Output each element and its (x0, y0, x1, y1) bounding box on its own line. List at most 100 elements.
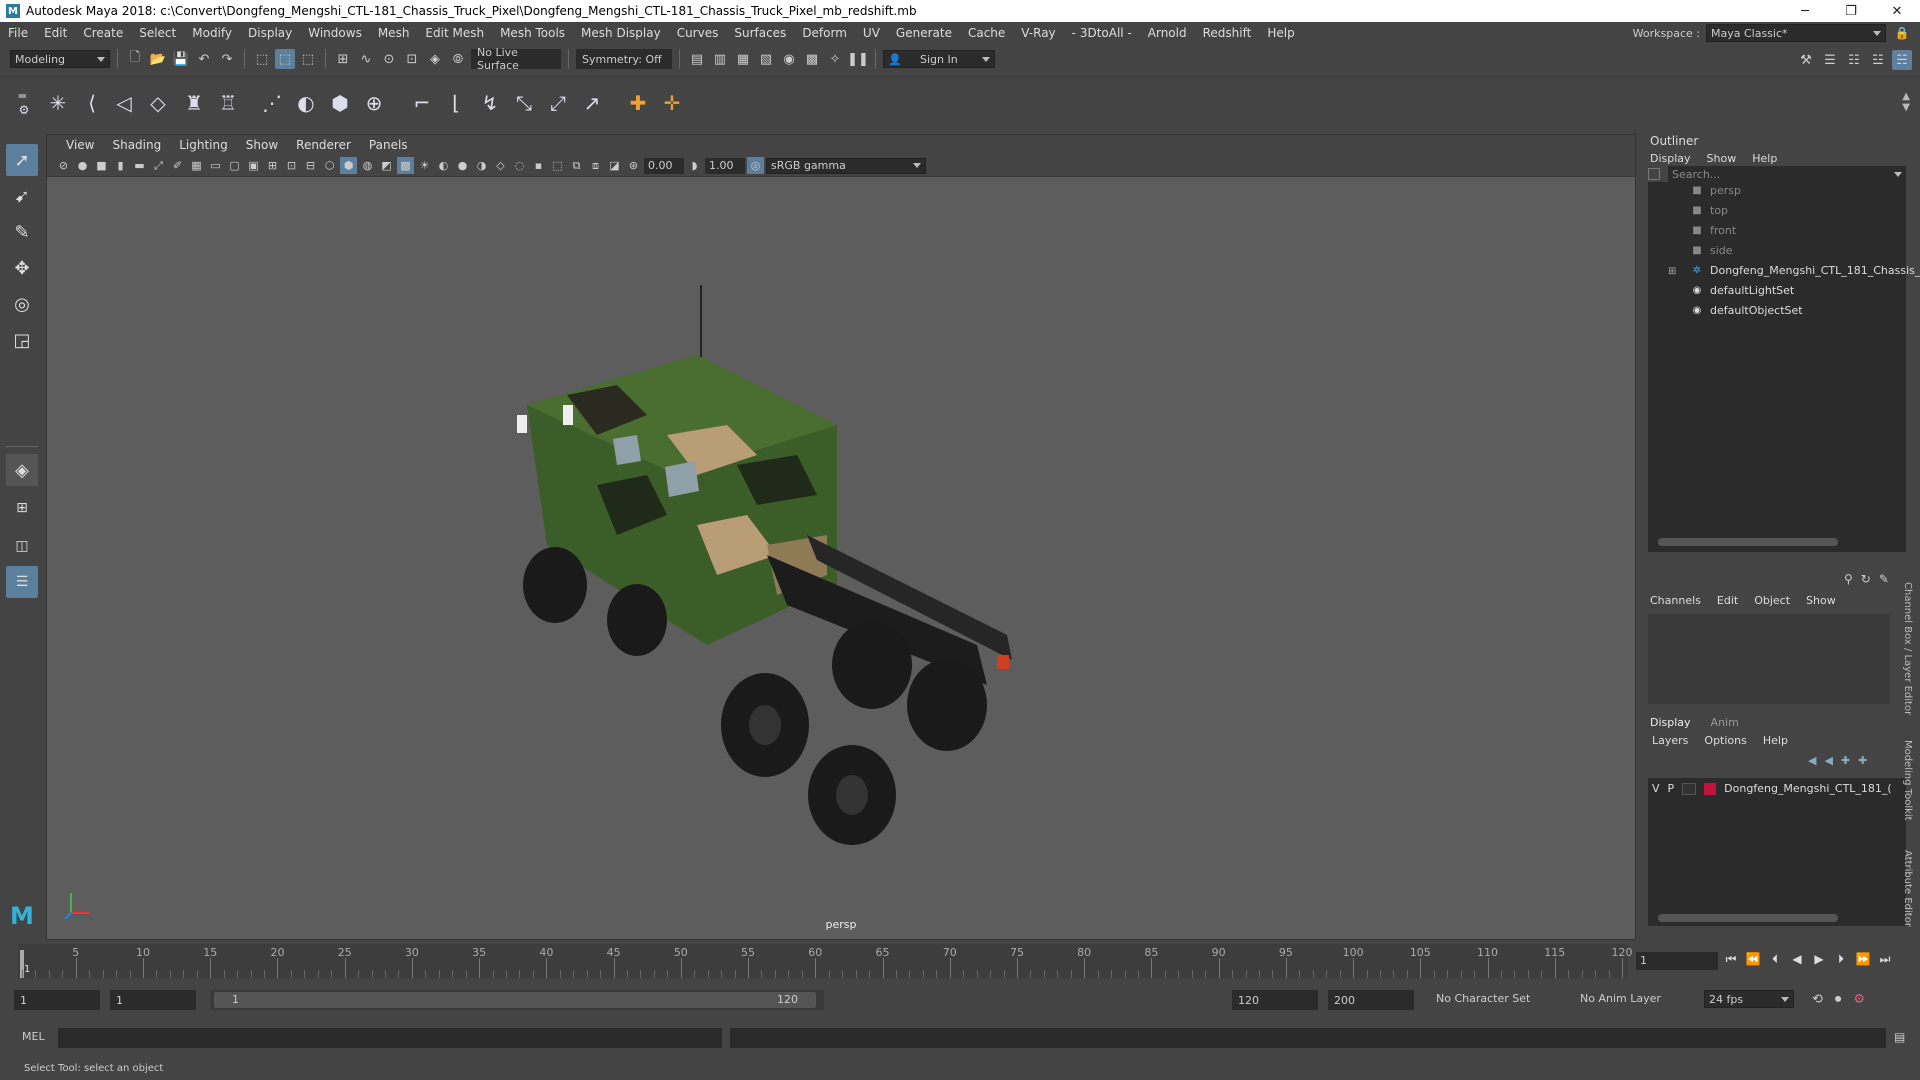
outliner-toggle-icon[interactable]: ☵ (1892, 50, 1912, 70)
humanik-icon[interactable]: ♜ (180, 89, 208, 117)
outliner-search-input[interactable]: Search... (1672, 168, 1720, 181)
constraint-point-icon[interactable]: ⌐ (408, 89, 436, 117)
layer-menu-help[interactable]: Help (1763, 734, 1788, 747)
select-tool-icon[interactable]: ➚ (6, 144, 38, 176)
save-scene-icon[interactable]: 💾 (171, 49, 191, 69)
outliner-item-truck-group[interactable]: ✲ Dongfeng_Mengshi_CTL_181_Chassis_Tr (1690, 264, 1920, 277)
two-d-pan-icon[interactable]: ⤢ (150, 157, 167, 174)
resolution-gate-icon[interactable]: ▢ (226, 157, 243, 174)
layer-color-swatch[interactable] (1704, 782, 1717, 795)
viewport-panel[interactable]: View Shading Lighting Show Renderer Pane… (46, 134, 1636, 940)
workspace-dropdown[interactable]: Maya Classic* (1706, 24, 1886, 42)
menu-file[interactable]: File (0, 26, 36, 40)
open-scene-icon[interactable]: 📂 (148, 49, 168, 69)
textured-icon[interactable]: ◩ (378, 157, 395, 174)
step-forward-key-icon[interactable]: ⏩ (1854, 950, 1872, 968)
channel-box-area[interactable] (1648, 614, 1890, 704)
step-forward-frame-icon[interactable]: ⏵ (1832, 950, 1850, 968)
play-backwards-icon[interactable]: ◀ (1788, 950, 1806, 968)
wireframe-on-shaded-icon[interactable]: ◍ (359, 157, 376, 174)
snap-grid-icon[interactable]: ⊞ (333, 49, 353, 69)
bind-skin-icon[interactable]: ◇ (144, 89, 172, 117)
gate-mask-icon[interactable]: ▣ (245, 157, 262, 174)
menu-deform[interactable]: Deform (794, 26, 855, 40)
locator-icon[interactable]: ✚ (624, 89, 652, 117)
layer-row[interactable]: V P Dongfeng_Mengshi_CTL_181_( (1652, 782, 1892, 795)
anim-layer-field[interactable]: No Anim Layer (1580, 992, 1661, 1005)
constraint-orient-icon[interactable]: ⌊ (442, 89, 470, 117)
paint-select-icon[interactable]: ✎ (6, 216, 38, 248)
two-view-layout-icon[interactable]: ◫ (6, 530, 38, 562)
layer-menu-options[interactable]: Options (1704, 734, 1746, 747)
field-chart-icon[interactable]: ⊞ (264, 157, 281, 174)
tab-modeling-toolkit[interactable]: Modeling Toolkit (1902, 740, 1913, 821)
command-language-label[interactable]: MEL (22, 1030, 45, 1043)
menu-display[interactable]: Display (240, 26, 300, 40)
menu-generate[interactable]: Generate (888, 26, 960, 40)
channel-box-toggle-icon[interactable]: ☳ (1868, 50, 1888, 70)
sign-in-dropdown[interactable]: 👤 Sign In (883, 50, 995, 68)
menu-windows[interactable]: Windows (300, 26, 370, 40)
command-input[interactable] (58, 1028, 722, 1048)
move-layer-up-icon[interactable]: ◀ (1808, 754, 1816, 767)
constraint-pole-icon[interactable]: ↗ (578, 89, 606, 117)
select-component-icon[interactable]: ⬚ (298, 49, 318, 69)
menu-mesh-display[interactable]: Mesh Display (573, 26, 669, 40)
wireframe-icon[interactable]: ⬡ (321, 157, 338, 174)
viewport-menu-view[interactable]: View (57, 138, 103, 152)
viewport-menu-shading[interactable]: Shading (103, 138, 170, 152)
new-layer-icon[interactable]: ✚ (1858, 754, 1867, 767)
exposure-field[interactable]: 0.00 (644, 157, 684, 174)
outliner-filter-icon[interactable] (1648, 168, 1660, 180)
wrap-icon[interactable]: ⬢ (326, 89, 354, 117)
menu-uv[interactable]: UV (855, 26, 888, 40)
tab-attribute-editor[interactable]: Attribute Editor (1902, 850, 1913, 927)
menu-create[interactable]: Create (75, 26, 131, 40)
minimize-button[interactable]: ─ (1782, 0, 1828, 22)
xray-icon[interactable]: ⬚ (549, 157, 566, 174)
tab-display[interactable]: Display (1650, 716, 1691, 729)
outliner-menu-display[interactable]: Display (1650, 152, 1691, 165)
annotation-icon[interactable]: ✛ (658, 89, 686, 117)
viewport-menu-lighting[interactable]: Lighting (170, 138, 237, 152)
select-hierarchy-icon[interactable]: ⬚ (252, 49, 272, 69)
constraint-parent-icon[interactable]: ⤢ (544, 89, 572, 117)
four-view-layout-icon[interactable]: ⊞ (6, 492, 38, 524)
exposure-icon[interactable]: ⊛ (625, 157, 642, 174)
outliner-item-default-object-set[interactable]: ◉ defaultObjectSet (1690, 304, 1803, 317)
rotate-tool-icon[interactable]: ◎ (6, 288, 38, 320)
joint-tool-icon[interactable]: ✳ (44, 89, 72, 117)
shadows-icon[interactable]: ☀ (416, 157, 433, 174)
depth-of-field-icon[interactable]: ◌ (511, 157, 528, 174)
viewport-menu-panels[interactable]: Panels (360, 138, 417, 152)
shelf-menu-icon[interactable]: ═ ⚙ (10, 89, 38, 117)
go-to-start-icon[interactable]: ⏮ (1722, 950, 1740, 968)
safe-action-icon[interactable]: ⊡ (283, 157, 300, 174)
constraint-aim-icon[interactable]: ↯ (476, 89, 504, 117)
fps-dropdown[interactable]: 24 fps (1704, 990, 1794, 1008)
render-settings-icon[interactable]: ▧ (756, 49, 776, 69)
backface-icon[interactable]: ◪ (606, 157, 623, 174)
xray-joints-icon[interactable]: ⧉ (568, 157, 585, 174)
outliner-item-persp[interactable]: ■ persp (1690, 184, 1741, 197)
tab-channel-box-layer-editor[interactable]: Channel Box / Layer Editor (1902, 582, 1913, 715)
snap-view-icon[interactable]: ⊡ (402, 49, 422, 69)
outliner-menu-help[interactable]: Help (1752, 152, 1777, 165)
anti-aliasing-icon[interactable]: ◇ (492, 157, 509, 174)
layer-display-type[interactable] (1682, 782, 1697, 795)
safe-title-icon[interactable]: ⊟ (302, 157, 319, 174)
menu-mesh[interactable]: Mesh (370, 26, 418, 40)
lights-icon[interactable]: ▩ (397, 157, 414, 174)
move-tool-icon[interactable]: ✥ (6, 252, 38, 284)
anim-end-field[interactable]: 120 (1232, 990, 1318, 1010)
modeling-toolkit-toggle-icon[interactable]: ⚒ (1796, 50, 1816, 70)
snap-surface-icon[interactable]: ◈ (425, 49, 445, 69)
script-editor-icon[interactable]: ▤ (1894, 1030, 1905, 1044)
image-plane-icon[interactable]: ▬ (131, 157, 148, 174)
snap-curve-icon[interactable]: ∿ (356, 49, 376, 69)
menu-surfaces[interactable]: Surfaces (726, 26, 794, 40)
isolate-select-icon[interactable]: ▪ (530, 157, 547, 174)
lock-icon[interactable]: 🔒 (1892, 23, 1912, 43)
range-slider[interactable]: 1 120 (210, 990, 824, 1010)
cluster-icon[interactable]: ⋰ (258, 89, 286, 117)
